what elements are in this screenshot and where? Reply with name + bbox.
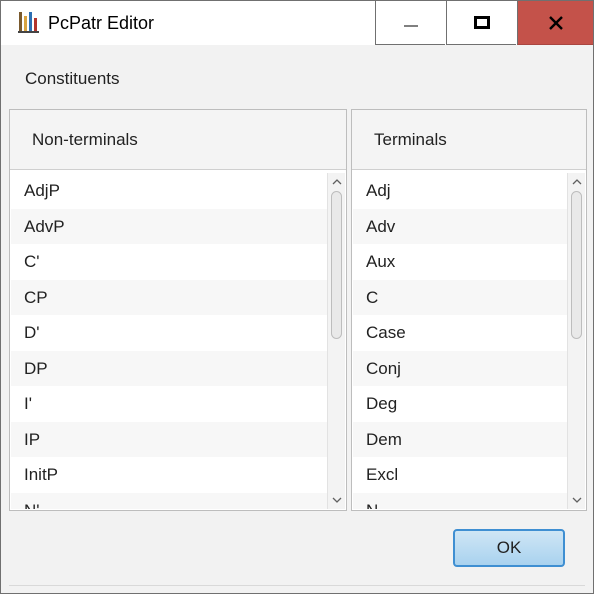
scroll-up-button[interactable] bbox=[328, 173, 345, 191]
nonterminals-header[interactable]: Non-terminals bbox=[10, 110, 346, 170]
list-item[interactable]: C' bbox=[11, 244, 328, 280]
terminals-panel: Terminals Adj Adv Aux C Case Conj Deg De… bbox=[351, 109, 587, 511]
list-item[interactable]: I' bbox=[11, 386, 328, 422]
list-item[interactable]: D' bbox=[11, 315, 328, 351]
list-item[interactable]: Excl bbox=[353, 457, 568, 493]
nonterminals-header-label: Non-terminals bbox=[32, 130, 138, 149]
close-icon bbox=[548, 15, 563, 30]
ok-button[interactable]: OK bbox=[453, 529, 565, 567]
terminals-header[interactable]: Terminals bbox=[352, 110, 586, 170]
window-title: PcPatr Editor bbox=[48, 13, 155, 33]
chevron-down-icon bbox=[332, 497, 341, 503]
list-item[interactable]: Dem bbox=[353, 421, 568, 457]
scroll-up-button[interactable] bbox=[568, 173, 585, 191]
list-item[interactable]: AdjP bbox=[11, 173, 328, 209]
list-item[interactable]: Deg bbox=[353, 386, 568, 422]
nonterminals-panel: Non-terminals AdjP AdvP C' CP D' DP I' I… bbox=[9, 109, 347, 511]
list-item[interactable]: InitP bbox=[11, 457, 328, 493]
list-item[interactable]: DP bbox=[11, 350, 328, 386]
terminals-list[interactable]: Adj Adv Aux C Case Conj Deg Dem Excl N bbox=[353, 173, 568, 509]
list-item[interactable]: C bbox=[353, 279, 568, 315]
list-item[interactable]: Adv bbox=[353, 208, 568, 244]
terminals-header-label: Terminals bbox=[374, 130, 447, 149]
footer-divider bbox=[9, 585, 585, 586]
minimize-icon bbox=[403, 24, 418, 27]
scroll-down-button[interactable] bbox=[328, 491, 345, 509]
list-item[interactable]: AdvP bbox=[11, 208, 328, 244]
list-item[interactable]: Aux bbox=[353, 244, 568, 280]
scroll-thumb[interactable] bbox=[331, 191, 342, 339]
nonterminals-list[interactable]: AdjP AdvP C' CP D' DP I' IP InitP N' bbox=[11, 173, 328, 509]
nonterminals-scrollbar[interactable] bbox=[327, 173, 345, 509]
list-item[interactable]: Conj bbox=[353, 350, 568, 386]
list-item[interactable]: Adj bbox=[353, 173, 568, 209]
list-item[interactable]: IP bbox=[11, 421, 328, 457]
list-item[interactable]: N' bbox=[11, 492, 328, 509]
chevron-up-icon bbox=[332, 179, 341, 185]
editor-window: PcPatr Editor Constituents Non-terminals… bbox=[0, 0, 594, 594]
terminals-scrollbar[interactable] bbox=[567, 173, 585, 509]
maximize-button[interactable] bbox=[446, 1, 516, 45]
chevron-up-icon bbox=[572, 179, 581, 185]
minimize-button[interactable] bbox=[375, 1, 445, 45]
list-item[interactable]: Case bbox=[353, 315, 568, 351]
app-icon bbox=[18, 12, 39, 33]
list-item[interactable]: N bbox=[353, 492, 568, 509]
chevron-down-icon bbox=[572, 497, 581, 503]
maximize-icon bbox=[473, 15, 490, 29]
list-item[interactable]: CP bbox=[11, 279, 328, 315]
scroll-thumb[interactable] bbox=[571, 191, 582, 339]
scroll-down-button[interactable] bbox=[568, 491, 585, 509]
close-button[interactable] bbox=[517, 1, 593, 45]
constituents-heading: Constituents bbox=[25, 69, 120, 88]
title-bar[interactable]: PcPatr Editor bbox=[1, 1, 593, 45]
